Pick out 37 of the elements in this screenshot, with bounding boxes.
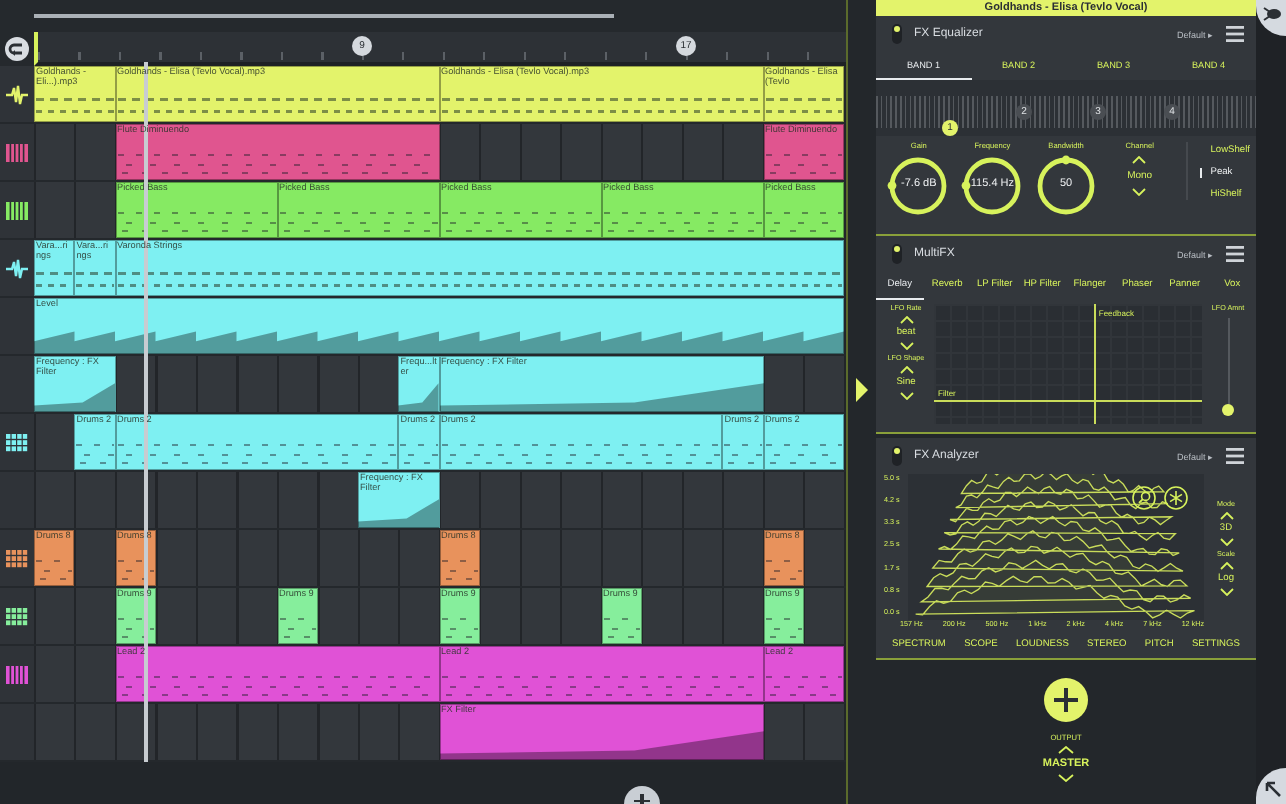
corner-button[interactable] [1256, 0, 1286, 36]
power-toggle[interactable] [892, 446, 902, 466]
magnifier-icon[interactable] [1132, 486, 1156, 510]
chevron-up-icon[interactable] [899, 366, 913, 374]
overview-scrollbar[interactable] [34, 14, 614, 18]
pad-grid-icon[interactable] [6, 433, 28, 451]
waveform-icon[interactable] [6, 83, 28, 105]
piano-keys-icon[interactable] [6, 665, 28, 683]
power-toggle[interactable] [892, 24, 902, 44]
chevron-down-icon[interactable] [899, 342, 913, 350]
chevron-up-icon[interactable] [1058, 746, 1074, 754]
bug-icon [1262, 6, 1282, 22]
chevron-up-icon[interactable] [899, 316, 913, 324]
add-effect-button[interactable] [1044, 678, 1088, 722]
piano-keys-icon[interactable] [6, 201, 28, 219]
chevron-down-icon[interactable] [1058, 774, 1074, 782]
chevron-down-icon[interactable] [1219, 587, 1233, 595]
arrow-icon [1264, 780, 1282, 798]
add-track-button[interactable] [624, 786, 660, 804]
snowflake-icon[interactable] [1164, 486, 1188, 510]
chevron-up-icon[interactable] [1132, 156, 1147, 164]
menu-icon[interactable] [1226, 26, 1244, 42]
piano-keys-icon[interactable] [6, 143, 28, 161]
loop-icon[interactable] [4, 36, 30, 62]
corner-button[interactable] [1256, 768, 1286, 804]
pad-grid-icon[interactable] [6, 607, 28, 625]
chevron-down-icon[interactable] [899, 392, 913, 400]
chevron-up-icon[interactable] [1219, 561, 1233, 569]
waveform-icon[interactable] [6, 257, 28, 279]
menu-icon[interactable] [1226, 448, 1244, 464]
chevron-up-icon[interactable] [1219, 511, 1233, 519]
triangle-icon[interactable] [856, 378, 868, 402]
pad-grid-icon[interactable] [6, 549, 28, 567]
chevron-down-icon[interactable] [1132, 188, 1147, 196]
power-toggle[interactable] [892, 244, 902, 264]
menu-icon[interactable] [1226, 246, 1244, 262]
chevron-down-icon[interactable] [1219, 537, 1233, 545]
